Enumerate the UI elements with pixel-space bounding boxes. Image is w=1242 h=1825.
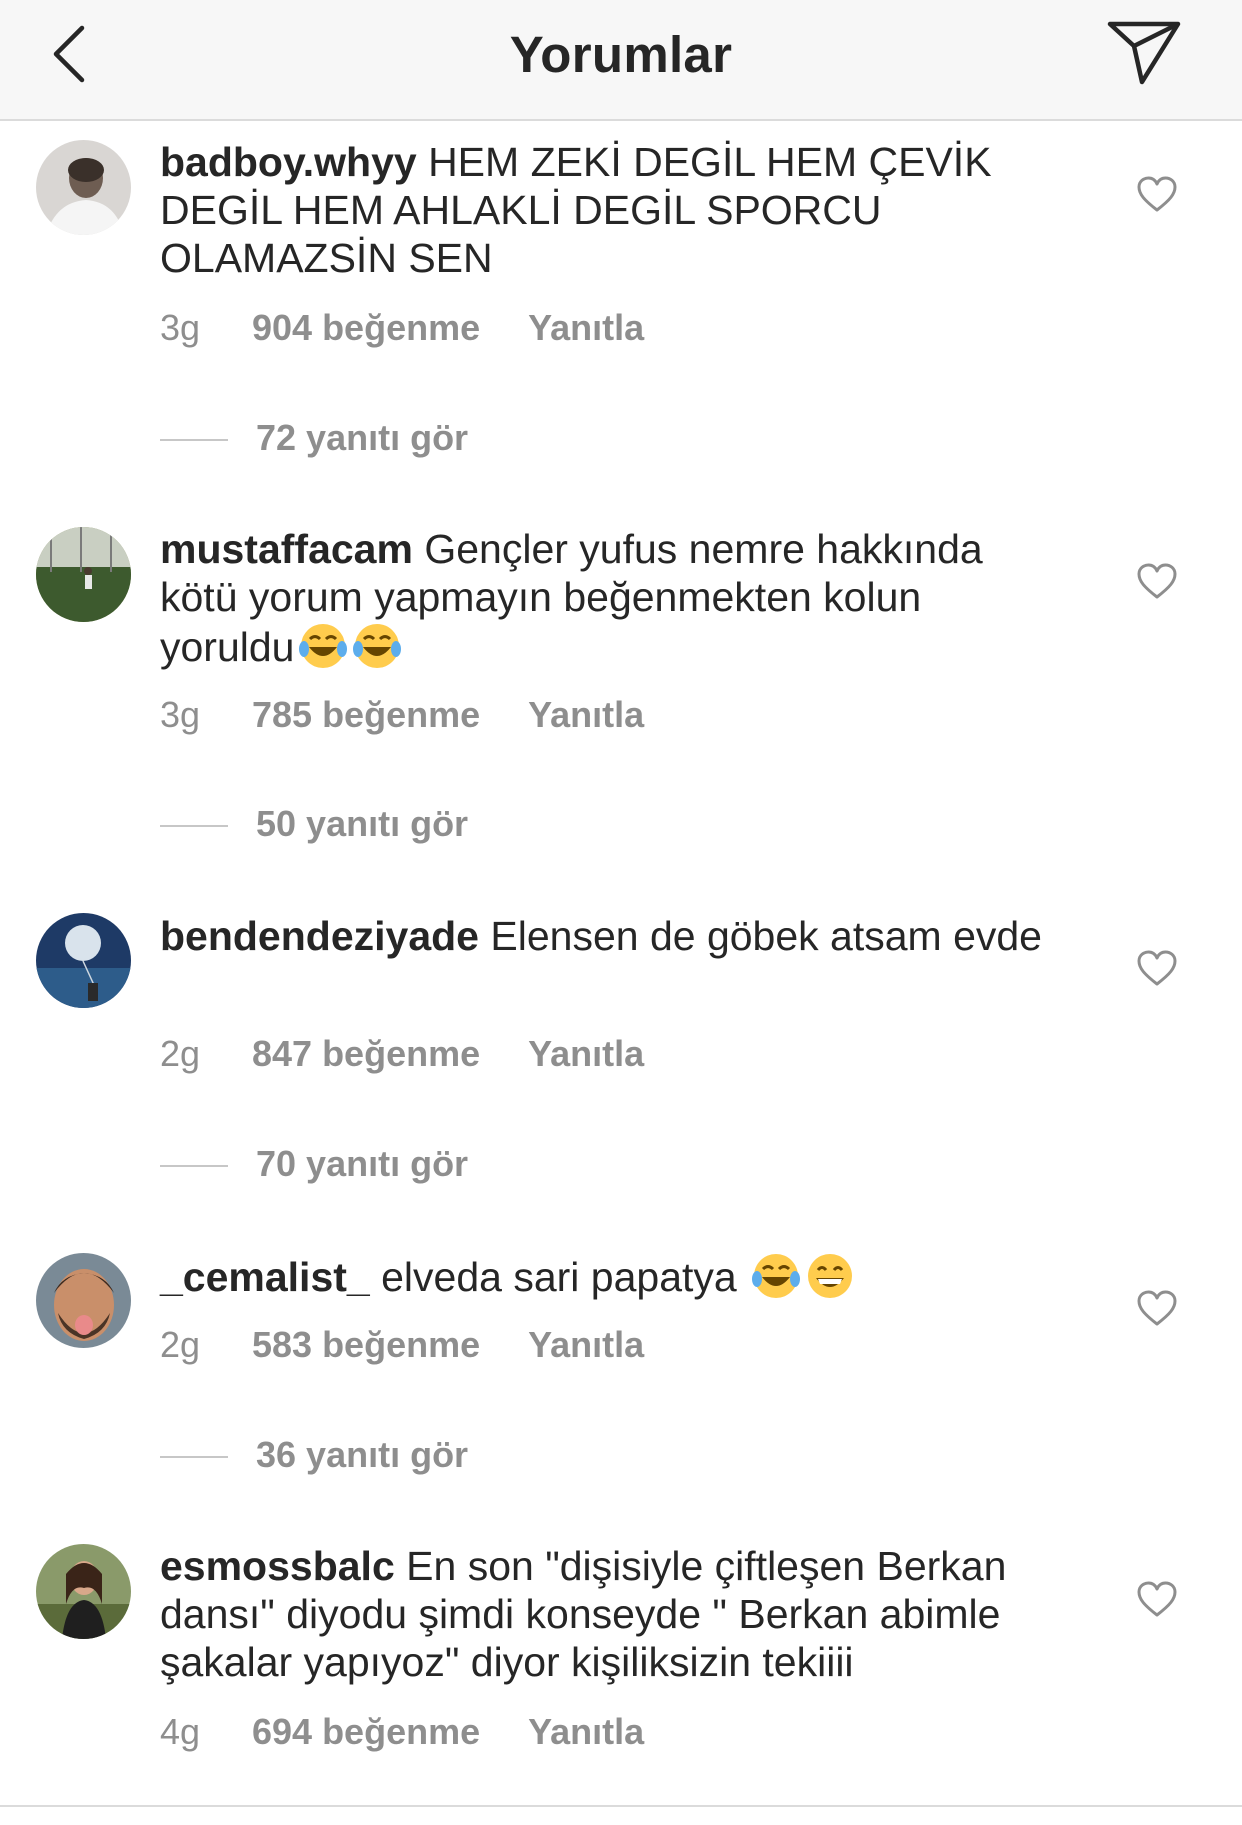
view-replies-label: 36 yanıtı gör bbox=[256, 1434, 469, 1475]
avatar[interactable] bbox=[36, 527, 131, 622]
view-replies-button[interactable]: 36 yanıtı gör bbox=[160, 1434, 468, 1476]
view-replies-label: 70 yanıtı gör bbox=[256, 1143, 469, 1184]
bottom-divider bbox=[0, 1805, 1242, 1807]
comment-meta: 3g 904 beğenme Yanıtla bbox=[160, 307, 644, 349]
replies-divider bbox=[160, 1456, 228, 1459]
heart-icon[interactable] bbox=[1136, 1580, 1178, 1618]
comment-likes[interactable]: 785 beğenme bbox=[252, 694, 480, 736]
reply-button[interactable]: Yanıtla bbox=[528, 694, 644, 736]
view-replies-button[interactable]: 72 yanıtı gör bbox=[160, 417, 468, 459]
avatar[interactable] bbox=[36, 140, 131, 235]
comment-text: esmossbalc En son "dişisiyle çiftleşen B… bbox=[160, 1542, 1060, 1686]
comment-time: 2g bbox=[160, 1324, 201, 1365]
comment-time: 4g bbox=[160, 1711, 201, 1752]
reply-button[interactable]: Yanıtla bbox=[528, 307, 644, 349]
comment-likes[interactable]: 694 beğenme bbox=[252, 1711, 480, 1753]
comment-time: 2g bbox=[160, 1033, 201, 1074]
tears-of-joy-emoji bbox=[353, 624, 402, 668]
view-replies-button[interactable]: 50 yanıtı gör bbox=[160, 803, 468, 845]
reply-button[interactable]: Yanıtla bbox=[528, 1033, 644, 1075]
comment-meta: 4g 694 beğenme Yanıtla bbox=[160, 1711, 644, 1753]
comment-body: elveda sari papatya bbox=[381, 1254, 737, 1300]
avatar[interactable] bbox=[36, 1253, 131, 1348]
share-button[interactable] bbox=[1104, 16, 1184, 92]
comment-likes[interactable]: 904 beğenme bbox=[252, 307, 480, 349]
comment-text: bendendeziyade Elensen de göbek atsam ev… bbox=[160, 912, 1060, 960]
comment-text: _cemalist_ elveda sari papatya bbox=[160, 1251, 1060, 1301]
reply-button[interactable]: Yanıtla bbox=[528, 1324, 644, 1366]
comment-meta: 2g 583 beğenme Yanıtla bbox=[160, 1324, 644, 1366]
comment-username[interactable]: bendendeziyade bbox=[160, 913, 479, 959]
comment-likes[interactable]: 583 beğenme bbox=[252, 1324, 480, 1366]
heart-icon[interactable] bbox=[1136, 1289, 1178, 1327]
comment-username[interactable]: _cemalist_ bbox=[160, 1254, 370, 1300]
reply-button[interactable]: Yanıtla bbox=[528, 1711, 644, 1753]
comment-username[interactable]: mustaffacam bbox=[160, 526, 413, 572]
grinning-face-emoji bbox=[807, 1254, 852, 1298]
top-bar: Yorumlar bbox=[0, 0, 1242, 121]
comment-username[interactable]: badboy.whyy bbox=[160, 139, 417, 185]
comment-body: Elensen de göbek atsam evde bbox=[490, 913, 1042, 959]
tears-of-joy-emoji bbox=[299, 624, 348, 668]
tears-of-joy-emoji bbox=[751, 1254, 800, 1298]
view-replies-button[interactable]: 70 yanıtı gör bbox=[160, 1143, 468, 1185]
comment-username[interactable]: esmossbalc bbox=[160, 1543, 395, 1589]
comment-time: 3g bbox=[160, 307, 201, 348]
replies-divider bbox=[160, 1165, 228, 1168]
comment-meta: 3g 785 beğenme Yanıtla bbox=[160, 694, 644, 736]
heart-icon[interactable] bbox=[1136, 175, 1178, 213]
heart-icon[interactable] bbox=[1136, 949, 1178, 987]
avatar[interactable] bbox=[36, 1544, 131, 1639]
replies-divider bbox=[160, 825, 228, 828]
page-title: Yorumlar bbox=[509, 26, 733, 83]
paper-plane-icon bbox=[1107, 21, 1181, 85]
avatar[interactable] bbox=[36, 913, 131, 1008]
comment-meta: 2g 847 beğenme Yanıtla bbox=[160, 1033, 644, 1075]
comment-text: badboy.whyy HEM ZEKİ DEGİL HEM ÇEVİK DEG… bbox=[160, 138, 1060, 282]
comment-text: mustaffacam Gençler yufus nemre hakkında… bbox=[160, 525, 1060, 671]
view-replies-label: 50 yanıtı gör bbox=[256, 803, 469, 844]
comment-time: 3g bbox=[160, 694, 201, 735]
heart-icon[interactable] bbox=[1136, 562, 1178, 600]
view-replies-label: 72 yanıtı gör bbox=[256, 417, 469, 458]
comment-likes[interactable]: 847 beğenme bbox=[252, 1033, 480, 1075]
replies-divider bbox=[160, 439, 228, 442]
